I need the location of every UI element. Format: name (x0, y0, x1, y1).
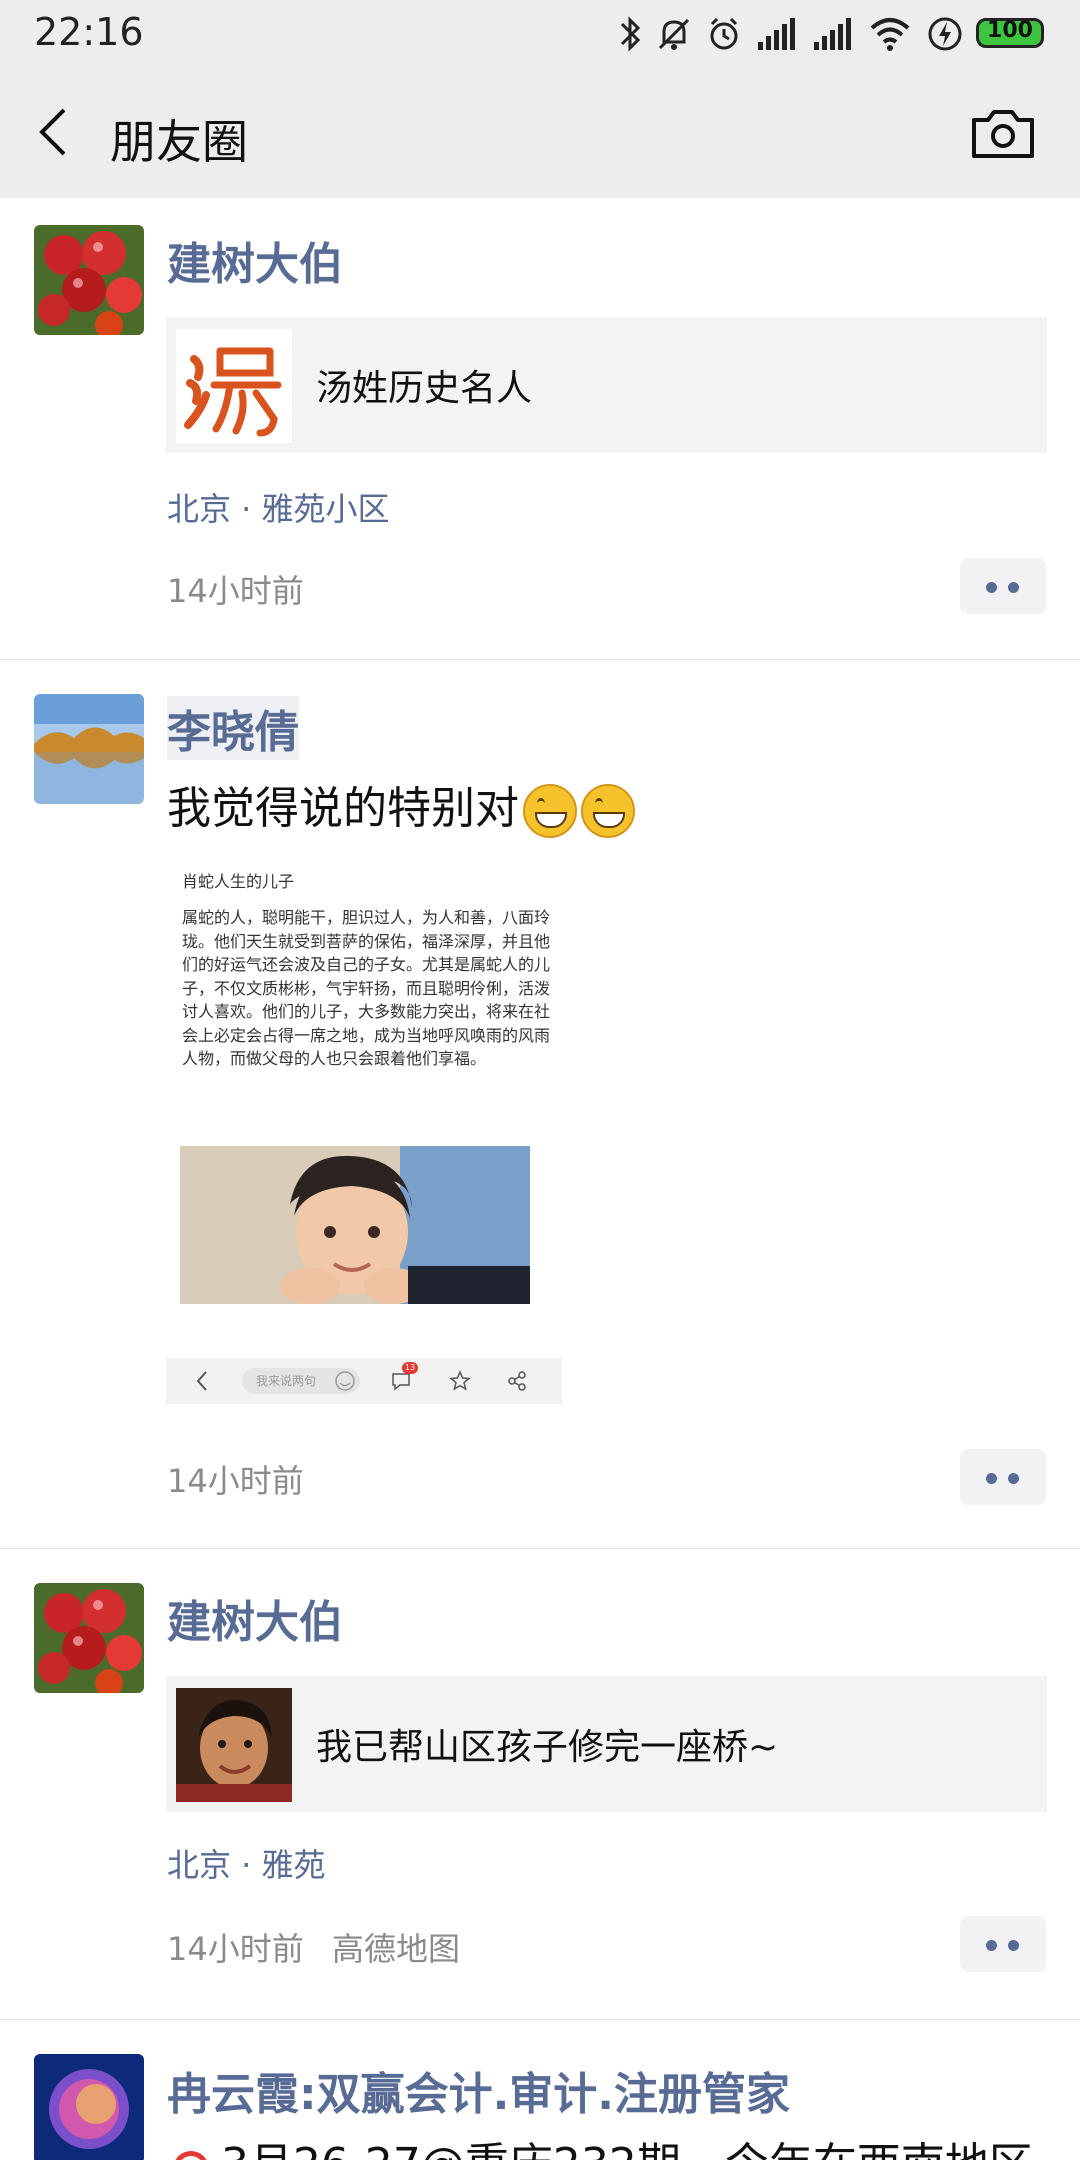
child-photo-image (180, 1146, 530, 1304)
grin-emoji-icon (581, 784, 635, 838)
post-image[interactable]: 肖蛇人生的儿子 属蛇的人，聪明能干，胆识过人，为人和善，八面玲珑。他们天生就受到… (166, 848, 562, 1404)
child-photo (180, 1146, 530, 1304)
lake-avatar-image (34, 694, 144, 804)
alarm-clock-emoji-icon (175, 2151, 207, 2160)
moment-post: 建树大伯 我已帮山区孩子修完一座桥~ 北京 · 雅苑 14小时前 高德地图 (0, 1550, 1080, 2020)
page-title: 朋友圈 (110, 115, 248, 169)
apples-avatar-image (34, 1583, 144, 1693)
dot-icon (1008, 582, 1019, 593)
link-thumbnail (176, 1688, 292, 1802)
divider (0, 1548, 1080, 1549)
more-actions-button[interactable] (960, 558, 1046, 614)
battery-level: 100 (987, 18, 1033, 43)
avatar[interactable] (34, 2054, 144, 2160)
link-thumbnail (176, 329, 292, 443)
back-icon (196, 1371, 207, 1391)
image-article-title: 肖蛇人生的儿子 (182, 872, 295, 891)
more-actions-button[interactable] (960, 1916, 1046, 1972)
moment-post: 建树大伯 汤姓历史名人 北京 · 雅苑小区 14小时前 (0, 198, 1080, 660)
smiley-icon (335, 1371, 355, 1391)
post-author[interactable]: 建树大伯 (167, 1586, 343, 1650)
post-time: 14小时前 (167, 1930, 304, 1968)
post-time: 14小时前 (167, 572, 304, 610)
dot-icon (986, 1940, 997, 1951)
bluetooth-icon (620, 16, 641, 52)
charging-icon (928, 17, 962, 51)
avatar[interactable] (34, 225, 144, 335)
post-time: 14小时前 (167, 1462, 304, 1500)
status-bar: 22:16 100 (0, 0, 1080, 66)
moment-post: 冉云霞:双赢会计.审计.注册管家 3月26-27@重庆232期，今年在西南地区 (0, 2020, 1080, 2160)
alarm-icon (710, 17, 738, 50)
post-text-content: 3月26-27@重庆232期，今年在西南地区 (221, 2139, 1033, 2160)
share-icon (508, 1371, 526, 1391)
chevron-left-icon[interactable] (34, 104, 74, 160)
signal-icon (814, 18, 851, 50)
post-text-content: 我觉得说的特别对 (167, 783, 519, 834)
dot-icon (1008, 1940, 1019, 1951)
moment-post: 李晓倩 我觉得说的特别对 肖蛇人生的儿子 属蛇的人，聪明能干，胆识过人，为人和善… (0, 660, 1080, 1550)
post-author[interactable]: 李晓倩 (167, 696, 299, 760)
avatar[interactable] (34, 694, 144, 804)
post-author[interactable]: 冉云霞:双赢会计.审计.注册管家 (167, 2058, 790, 2122)
shared-link-card[interactable]: 我已帮山区孩子修完一座桥~ (166, 1676, 1047, 1812)
link-title: 我已帮山区孩子修完一座桥~ (316, 1727, 779, 1768)
dot-icon (986, 582, 997, 593)
moon-avatar-image (34, 2054, 144, 2160)
dot-icon (1008, 1473, 1019, 1484)
post-text: 3月26-27@重庆232期，今年在西南地区 (167, 2128, 1033, 2160)
top-nav-bar: 朋友圈 (0, 66, 1080, 198)
comment-count-badge: 13 (402, 1362, 418, 1374)
image-comment-bar: 我来说两句 13 (166, 1358, 562, 1404)
more-actions-button[interactable] (960, 1449, 1046, 1505)
camera-icon[interactable] (970, 106, 1036, 162)
mute-icon (658, 18, 690, 50)
apples-avatar-image (34, 225, 144, 335)
grin-emoji-icon (523, 784, 577, 838)
image-article-body: 属蛇的人，聪明能干，胆识过人，为人和善，八面玲珑。他们天生就受到菩萨的保佑，福泽… (182, 908, 551, 1068)
status-time: 22:16 (34, 10, 144, 54)
link-title: 汤姓历史名人 (316, 368, 533, 409)
post-author[interactable]: 建树大伯 (167, 228, 343, 292)
avatar[interactable] (34, 1583, 144, 1693)
battery-indicator: 100 (976, 18, 1044, 48)
signal-icon (758, 18, 795, 50)
shared-link-card[interactable]: 汤姓历史名人 (166, 317, 1047, 453)
dot-icon (986, 1473, 997, 1484)
star-icon (449, 1370, 471, 1391)
post-location[interactable]: 北京 · 雅苑小区 (167, 484, 390, 530)
post-location[interactable]: 北京 · 雅苑 (167, 1840, 326, 1886)
wifi-icon (870, 18, 910, 51)
post-text: 我觉得说的特别对 (167, 772, 635, 838)
post-source[interactable]: 高德地图 (332, 1924, 460, 1970)
